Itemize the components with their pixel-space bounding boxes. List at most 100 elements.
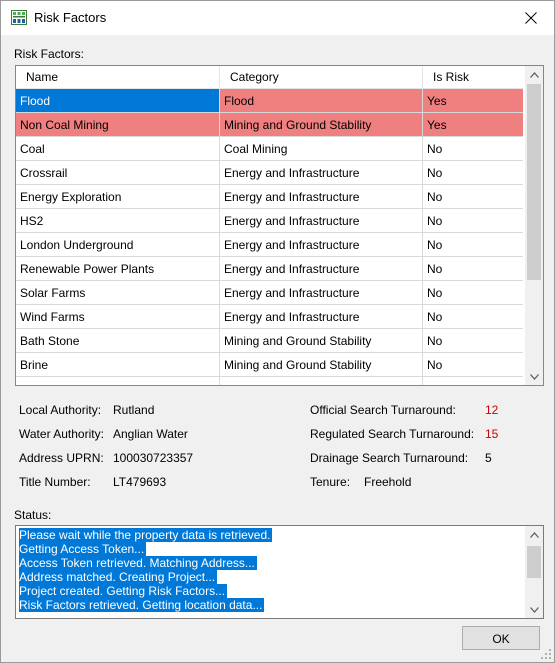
cell-category[interactable]: Energy and Infrastructure xyxy=(220,281,423,305)
risk-factors-label: Risk Factors: xyxy=(14,47,85,61)
cell-category[interactable]: Flood xyxy=(220,89,423,113)
drainage-turnaround-value: 5 xyxy=(485,451,492,465)
tenure-value: Freehold xyxy=(364,475,412,489)
water-authority-label: Water Authority: xyxy=(19,427,104,441)
scroll-thumb[interactable] xyxy=(527,84,541,280)
cell-is-risk[interactable] xyxy=(423,377,523,385)
cell-is-risk[interactable]: No xyxy=(423,137,523,161)
cell-category[interactable]: Energy and Infrastructure xyxy=(220,185,423,209)
cell-name[interactable] xyxy=(16,377,220,385)
status-line: Risk Factors retrieved. Getting location… xyxy=(19,598,265,612)
table-row[interactable]: HS2 Energy and Infrastructure No xyxy=(16,209,523,233)
cell-category[interactable]: Energy and Infrastructure xyxy=(220,233,423,257)
uprn-label: Address UPRN: xyxy=(19,451,104,465)
cell-is-risk[interactable]: Yes xyxy=(423,89,523,113)
status-line: Please wait while the property data is r… xyxy=(19,528,273,542)
cell-name[interactable]: Bath Stone xyxy=(16,329,220,353)
close-button[interactable] xyxy=(508,1,554,35)
cell-name[interactable]: London Underground xyxy=(16,233,220,257)
table-row[interactable]: Renewable Power Plants Energy and Infras… xyxy=(16,257,523,281)
table-row[interactable]: Solar Farms Energy and Infrastructure No xyxy=(16,281,523,305)
app-grid-icon xyxy=(11,10,27,25)
dialog-window: Risk Factors Risk Factors: Name Category… xyxy=(0,0,555,663)
status-scroll-thumb[interactable] xyxy=(527,546,541,578)
cell-category[interactable]: Mining and Ground Stability xyxy=(220,353,423,377)
table-row[interactable]: Flood Flood Yes xyxy=(16,89,523,113)
cell-is-risk[interactable]: Yes xyxy=(423,113,523,137)
cell-category[interactable]: Energy and Infrastructure xyxy=(220,209,423,233)
status-scroll-up-button[interactable] xyxy=(525,526,543,543)
status-scrollbar[interactable] xyxy=(525,526,543,618)
title-number-value: LT479693 xyxy=(113,475,167,489)
cell-is-risk[interactable]: No xyxy=(423,209,523,233)
cell-name[interactable]: Wind Farms xyxy=(16,305,220,329)
chevron-up-icon xyxy=(529,71,539,78)
table-row[interactable]: Coal Coal Mining No xyxy=(16,137,523,161)
chevron-up-icon xyxy=(529,531,539,538)
cell-name[interactable]: Coal xyxy=(16,137,220,161)
status-line: Address matched. Creating Project... xyxy=(19,570,218,584)
table-row[interactable]: London Underground Energy and Infrastruc… xyxy=(16,233,523,257)
chevron-down-icon xyxy=(529,373,539,380)
cell-name[interactable]: HS2 xyxy=(16,209,220,233)
cell-category[interactable] xyxy=(220,377,423,385)
tenure-label: Tenure: xyxy=(310,475,351,489)
cell-is-risk[interactable]: No xyxy=(423,185,523,209)
cell-is-risk[interactable]: No xyxy=(423,257,523,281)
status-label: Status: xyxy=(14,508,52,522)
status-textbox[interactable]: Please wait while the property data is r… xyxy=(15,525,544,619)
close-icon xyxy=(525,12,537,24)
regulated-turnaround-value: 15 xyxy=(485,427,499,441)
cell-category[interactable]: Mining and Ground Stability xyxy=(220,329,423,353)
ok-button[interactable]: OK xyxy=(462,626,540,650)
cell-is-risk[interactable]: No xyxy=(423,281,523,305)
status-log: Please wait while the property data is r… xyxy=(19,528,273,612)
table-row[interactable]: Bath Stone Mining and Ground Stability N… xyxy=(16,329,523,353)
risk-factors-grid[interactable]: Name Category Is Risk Flood Flood Yes No… xyxy=(15,65,544,386)
table-row[interactable]: Energy Exploration Energy and Infrastruc… xyxy=(16,185,523,209)
cell-name[interactable]: Energy Exploration xyxy=(16,185,220,209)
table-row[interactable]: Crossrail Energy and Infrastructure No xyxy=(16,161,523,185)
column-header-is-risk[interactable]: Is Risk xyxy=(423,66,523,88)
cell-name[interactable]: Flood xyxy=(16,89,220,113)
official-turnaround-label: Official Search Turnaround: xyxy=(310,403,456,417)
status-line: Access Token retrieved. Matching Address… xyxy=(19,556,257,570)
cell-is-risk[interactable]: No xyxy=(423,161,523,185)
cell-is-risk[interactable]: No xyxy=(423,329,523,353)
column-header-category[interactable]: Category xyxy=(220,66,423,88)
cell-is-risk[interactable]: No xyxy=(423,233,523,257)
window-title: Risk Factors xyxy=(34,10,107,25)
table-row[interactable]: Wind Farms Energy and Infrastructure No xyxy=(16,305,523,329)
uprn-value: 100030723357 xyxy=(113,451,194,465)
grid-header: Name Category Is Risk xyxy=(16,66,523,89)
chevron-down-icon xyxy=(529,606,539,613)
resize-grip-icon[interactable] xyxy=(541,649,551,659)
title-bar: Risk Factors xyxy=(1,1,554,35)
local-authority-value: Rutland xyxy=(113,403,155,417)
cell-name[interactable]: Non Coal Mining xyxy=(16,113,220,137)
cell-name[interactable]: Solar Farms xyxy=(16,281,220,305)
scroll-down-button[interactable] xyxy=(525,368,543,385)
local-authority-label: Local Authority: xyxy=(19,403,102,417)
drainage-turnaround-label: Drainage Search Turnaround: xyxy=(310,451,469,465)
cell-is-risk[interactable]: No xyxy=(423,353,523,377)
cell-category[interactable]: Energy and Infrastructure xyxy=(220,161,423,185)
cell-category[interactable]: Energy and Infrastructure xyxy=(220,305,423,329)
cell-name[interactable]: Brine xyxy=(16,353,220,377)
cell-category[interactable]: Energy and Infrastructure xyxy=(220,257,423,281)
table-row[interactable]: Non Coal Mining Mining and Ground Stabil… xyxy=(16,113,523,137)
table-row-partial[interactable] xyxy=(16,377,523,385)
cell-name[interactable]: Renewable Power Plants xyxy=(16,257,220,281)
cell-is-risk[interactable]: No xyxy=(423,305,523,329)
cell-category[interactable]: Mining and Ground Stability xyxy=(220,113,423,137)
status-line: Project created. Getting Risk Factors... xyxy=(19,584,228,598)
water-authority-value: Anglian Water xyxy=(113,427,188,441)
table-row[interactable]: Brine Mining and Ground Stability No xyxy=(16,353,523,377)
status-scroll-down-button[interactable] xyxy=(525,601,543,618)
cell-category[interactable]: Coal Mining xyxy=(220,137,423,161)
grid-scrollbar[interactable] xyxy=(525,66,543,385)
cell-name[interactable]: Crossrail xyxy=(16,161,220,185)
scroll-up-button[interactable] xyxy=(525,66,543,83)
regulated-turnaround-label: Regulated Search Turnaround: xyxy=(310,427,475,441)
column-header-name[interactable]: Name xyxy=(16,66,220,88)
